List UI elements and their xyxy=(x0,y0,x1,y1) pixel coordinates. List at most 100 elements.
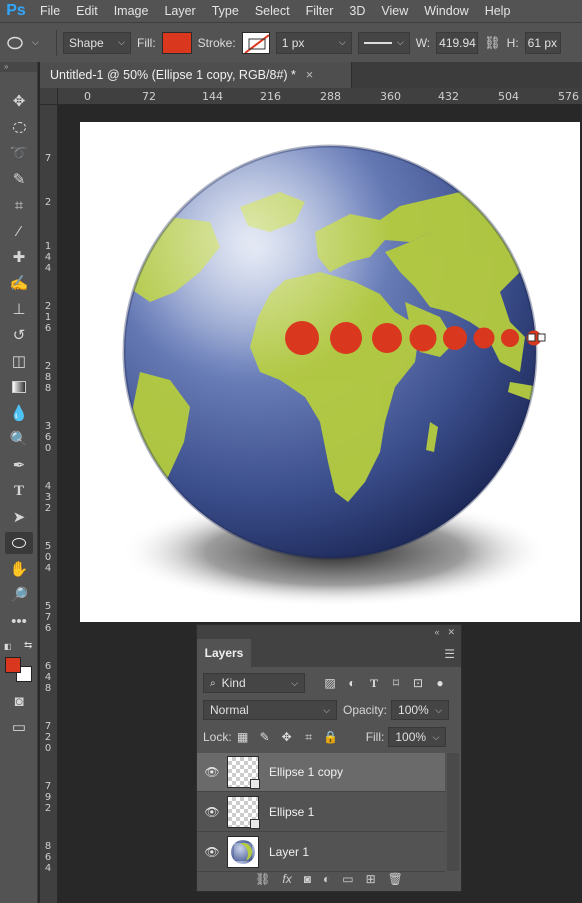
height-input[interactable]: 61 px xyxy=(524,31,561,54)
width-input[interactable]: 419.94 xyxy=(436,31,479,54)
document-canvas[interactable] xyxy=(80,122,580,622)
shape-filter-icon[interactable]: ⌑ xyxy=(385,676,407,690)
menu-layer[interactable]: Layer xyxy=(156,0,203,22)
globe-thumbnail-icon xyxy=(231,840,255,864)
blur-tool-icon[interactable]: 💧 xyxy=(5,402,33,424)
default-colors-icon[interactable]: ◧ xyxy=(4,642,12,651)
lock-all-icon[interactable]: 🔒 xyxy=(320,730,342,744)
eraser-tool-icon[interactable]: ◫ xyxy=(5,350,33,372)
transform-anchor[interactable] xyxy=(527,333,536,342)
ruler-origin[interactable] xyxy=(40,88,58,105)
lock-image-icon[interactable]: ✎ xyxy=(254,730,276,744)
quick-mask-icon[interactable]: ◙ xyxy=(5,690,33,712)
menu-type[interactable]: Type xyxy=(204,0,247,22)
type-filter-icon[interactable]: T xyxy=(363,676,385,691)
menu-window[interactable]: Window xyxy=(416,0,476,22)
zoom-tool-icon[interactable]: 🔎 xyxy=(5,584,33,606)
stroke-type-select[interactable]: ⌵ xyxy=(357,31,410,54)
link-icon[interactable]: ⛓ xyxy=(484,35,501,51)
hand-tool-icon[interactable]: ✋ xyxy=(5,558,33,580)
visibility-eye-icon[interactable]: 👁 xyxy=(197,845,227,859)
menu-edit[interactable]: Edit xyxy=(68,0,106,22)
more-tools-icon[interactable]: ••• xyxy=(5,610,33,632)
history-brush-tool-icon[interactable]: ↺ xyxy=(5,324,33,346)
red-dot[interactable] xyxy=(372,323,402,353)
lock-position-icon[interactable]: ✥ xyxy=(276,730,298,744)
tool-preset-picker[interactable]: ⌵ xyxy=(6,36,50,50)
filter-kind-select[interactable]: ⌕ Kind ⌵ xyxy=(203,673,305,693)
opacity-input[interactable]: 100% ⌵ xyxy=(391,700,450,720)
fill-input[interactable]: 100% ⌵ xyxy=(388,727,447,747)
stroke-width-input[interactable]: 1 px ⌵ xyxy=(275,31,352,54)
eyedropper-tool-icon[interactable]: ⁄ xyxy=(5,220,33,242)
layer-style-icon[interactable]: fx xyxy=(282,872,291,886)
foreground-color-swatch[interactable] xyxy=(5,657,21,673)
lasso-tool-icon[interactable]: ➰ xyxy=(5,142,33,164)
pen-tool-icon[interactable]: ✒ xyxy=(5,454,33,476)
shape-mode-select[interactable]: Shape ⌵ xyxy=(63,31,131,54)
collapse-icon[interactable]: » xyxy=(0,62,37,72)
image-filter-icon[interactable]: ▨ xyxy=(319,676,341,690)
close-icon[interactable]: ✕ xyxy=(447,627,455,638)
lock-artboard-icon[interactable]: ⌗ xyxy=(298,730,320,745)
menu-select[interactable]: Select xyxy=(247,0,298,22)
brush-tool-icon[interactable]: ✍ xyxy=(5,272,33,294)
stroke-swatch[interactable] xyxy=(241,31,270,54)
ruler-tick: 2 xyxy=(44,197,52,208)
new-layer-icon[interactable]: ⊞ xyxy=(366,872,376,886)
swap-colors-icon[interactable]: ⇆ xyxy=(24,640,32,651)
layer-name[interactable]: Ellipse 1 xyxy=(269,805,314,819)
smart-object-filter-icon[interactable]: ⊡ xyxy=(407,676,429,690)
healing-brush-tool-icon[interactable]: ✚ xyxy=(5,246,33,268)
layer-row[interactable]: 👁 Ellipse 1 copy xyxy=(197,753,445,792)
menu-help[interactable]: Help xyxy=(477,0,519,22)
panel-tabs: Layers ☰ xyxy=(197,639,461,667)
chevron-down-icon: ⌵ xyxy=(118,37,125,47)
filter-toggle-icon[interactable]: ● xyxy=(429,676,451,690)
panel-menu-icon[interactable]: ☰ xyxy=(444,647,455,661)
link-layers-icon[interactable]: ⛓ xyxy=(255,872,270,886)
blend-mode-select[interactable]: Normal ⌵ xyxy=(203,700,337,720)
transform-anchor[interactable] xyxy=(537,333,546,342)
add-mask-icon[interactable]: ◙ xyxy=(304,872,311,886)
adjustment-filter-icon[interactable]: ◐ xyxy=(341,676,363,690)
red-dot[interactable] xyxy=(501,329,519,347)
document-tab[interactable]: Untitled-1 @ 50% (Ellipse 1 copy, RGB/8#… xyxy=(40,62,352,88)
layer-row[interactable]: 👁 Ellipse 1 xyxy=(197,793,445,832)
crop-tool-icon[interactable]: ⌗ xyxy=(5,194,33,216)
clone-stamp-tool-icon[interactable]: ⊥ xyxy=(5,298,33,320)
ruler-tick: 8 6 4 xyxy=(44,841,52,874)
move-tool-icon[interactable]: ✥ xyxy=(5,90,33,112)
visibility-eye-icon[interactable]: 👁 xyxy=(197,805,227,819)
new-group-icon[interactable]: ▭ xyxy=(342,872,353,886)
tab-layers[interactable]: Layers xyxy=(197,639,251,667)
marquee-tool-icon[interactable] xyxy=(5,116,33,138)
quick-select-tool-icon[interactable]: ✎ xyxy=(5,168,33,190)
red-dot[interactable] xyxy=(409,324,437,352)
layers-scrollbar[interactable] xyxy=(447,753,459,871)
gradient-tool-icon[interactable] xyxy=(5,376,33,398)
lock-transparent-icon[interactable]: ▦ xyxy=(232,730,254,744)
dodge-tool-icon[interactable]: 🔍 xyxy=(5,428,33,450)
type-tool-icon[interactable]: T xyxy=(5,480,33,502)
visibility-eye-icon[interactable]: 👁 xyxy=(197,765,227,779)
fill-swatch[interactable] xyxy=(161,31,192,54)
path-selection-tool-icon[interactable]: ➤ xyxy=(5,506,33,528)
layer-name[interactable]: Ellipse 1 copy xyxy=(269,765,343,779)
screen-mode-icon[interactable]: ▭ xyxy=(5,716,33,738)
menu-file[interactable]: File xyxy=(32,0,68,22)
red-dot[interactable] xyxy=(443,326,467,350)
close-icon[interactable]: × xyxy=(306,68,313,82)
red-dot[interactable] xyxy=(473,327,495,349)
red-dot[interactable] xyxy=(285,321,319,355)
menu-3d[interactable]: 3D xyxy=(341,0,373,22)
menu-image[interactable]: Image xyxy=(106,0,157,22)
adjustment-layer-icon[interactable]: ◐ xyxy=(323,872,330,886)
collapse-icon[interactable]: « xyxy=(434,627,439,637)
layer-name[interactable]: Layer 1 xyxy=(269,845,309,859)
ellipse-tool-icon[interactable] xyxy=(5,532,33,554)
menu-view[interactable]: View xyxy=(373,0,416,22)
red-dot[interactable] xyxy=(330,322,362,354)
menu-filter[interactable]: Filter xyxy=(298,0,342,22)
trash-icon[interactable]: 🗑 xyxy=(388,872,403,886)
